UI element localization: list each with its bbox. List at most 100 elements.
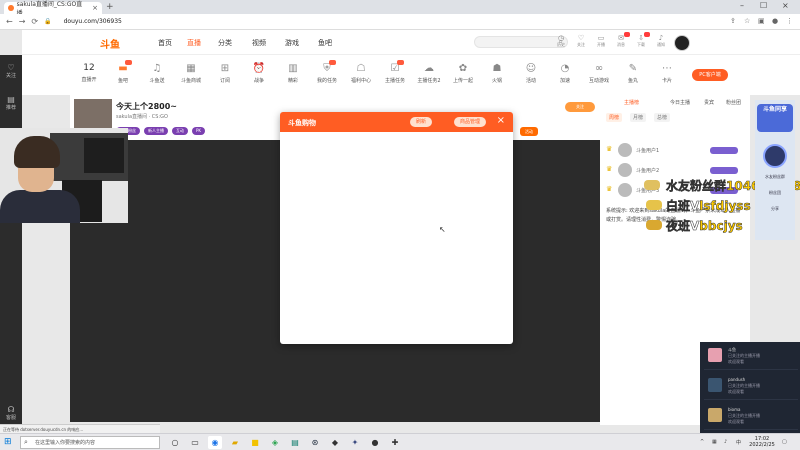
- cortana-icon[interactable]: ○: [168, 436, 182, 449]
- category-item[interactable]: ✿ 上传一起: [448, 63, 478, 84]
- browser-tab-bar: sakula直播间_CS:GO直播... × + – ☐ ×: [0, 0, 800, 17]
- tab-close-icon[interactable]: ×: [92, 4, 98, 12]
- browser-menu-icon[interactable]: ⋮: [786, 17, 793, 25]
- viewer-row[interactable]: ♛ 斗鱼用户1: [606, 143, 746, 159]
- pc-client-button[interactable]: PC客户端: [692, 69, 728, 81]
- follow-icon[interactable]: ♡ 关注: [574, 34, 588, 48]
- url-field[interactable]: douyu.com/306935: [64, 18, 122, 25]
- new-tab-button[interactable]: +: [106, 2, 114, 12]
- category-item[interactable]: ∞ 互动游戏: [584, 63, 614, 84]
- rank-total[interactable]: 总榜: [654, 113, 671, 122]
- promo-item[interactable]: 分享: [759, 206, 791, 212]
- notification-item[interactable]: bioma 已关注的主播开播 欢迎观看: [704, 404, 798, 430]
- browser-tab[interactable]: sakula直播间_CS:GO直播... ×: [4, 1, 102, 17]
- level-indicator[interactable]: 12 直播开: [74, 63, 104, 83]
- taskbar-search-input[interactable]: ⌕ 在这里输入你要搜索的内容: [20, 436, 160, 449]
- streamer-avatar[interactable]: [74, 99, 112, 129]
- tab-vip[interactable]: 贵宾: [704, 99, 714, 106]
- tray-chevron-icon[interactable]: ^: [700, 439, 704, 445]
- douyu-logo[interactable]: 斗鱼: [100, 36, 120, 51]
- mouse-cursor-icon: ↖: [439, 225, 446, 234]
- share-icon[interactable]: ⇪: [730, 17, 736, 25]
- category-item[interactable]: ▦ 斗鱼商城: [176, 63, 206, 84]
- recommend-sidebar-item[interactable]: ▤ 推荐: [0, 95, 22, 111]
- forward-icon[interactable]: →: [19, 17, 26, 26]
- notification-item[interactable]: 斗鱼 已关注的主播开播 欢迎观看: [704, 344, 798, 370]
- profile-icon[interactable]: ●: [772, 17, 778, 25]
- volume-icon[interactable]: ♪: [724, 439, 727, 445]
- tab-today[interactable]: 今日主播: [670, 99, 690, 106]
- reload-icon[interactable]: ⟳: [31, 17, 38, 26]
- broadcast-icon[interactable]: ▭ 开播: [594, 34, 608, 48]
- extensions-icon[interactable]: ▣: [758, 17, 765, 25]
- message-icon[interactable]: ✉ 消息: [614, 32, 630, 48]
- site-header: 斗鱼 首页 直播 分类 视频 游戏 鱼吧 ⌕ ◷ 历史 ♡ 关注 ▭ 开播 ✉ 消息 ⇩…: [22, 30, 800, 55]
- nav-yuba[interactable]: 鱼吧: [318, 38, 332, 48]
- nav-category[interactable]: 分类: [218, 38, 232, 48]
- history-icon[interactable]: ◷ 历史: [554, 34, 568, 48]
- notification-item[interactable]: pandush 已关注的主播开播 欢迎观看: [704, 374, 798, 400]
- category-item[interactable]: ⋯ 卡片: [652, 63, 682, 84]
- category-item[interactable]: ☖ 福利中心: [346, 63, 376, 84]
- app-icon[interactable]: ■: [248, 436, 262, 449]
- app-icon[interactable]: ✚: [388, 436, 402, 449]
- category-item[interactable]: ⊞ 订阅: [210, 63, 240, 84]
- follow-sidebar-item[interactable]: ♡ 关注: [0, 63, 22, 79]
- follow-button[interactable]: 关注: [565, 102, 595, 112]
- network-icon[interactable]: ▦: [712, 439, 717, 445]
- category-item[interactable]: ☁ 主播任务2: [414, 63, 444, 84]
- back-icon[interactable]: ←: [6, 17, 13, 26]
- file-explorer-icon[interactable]: ▰: [228, 436, 242, 449]
- ime-icon[interactable]: 中: [736, 439, 741, 446]
- app-icon[interactable]: ●: [368, 436, 382, 449]
- taskbar-clock[interactable]: 17:02 2022/2/25: [745, 436, 779, 448]
- category-item[interactable]: ◔ 加速: [550, 63, 580, 84]
- category-item[interactable]: ✎ 鱼丸: [618, 63, 648, 84]
- app-icon[interactable]: ✦: [348, 436, 362, 449]
- chrome-icon[interactable]: ◉: [208, 436, 222, 449]
- room-tag[interactable]: 互动: [172, 127, 188, 135]
- product-manage-button[interactable]: 商品管理: [454, 117, 487, 127]
- category-item[interactable]: ♫ 斗鱼送: [142, 63, 172, 84]
- refresh-button[interactable]: 刷新: [410, 117, 433, 127]
- steam-icon[interactable]: ⊛: [308, 436, 322, 449]
- app-icon[interactable]: ◈: [268, 436, 282, 449]
- category-item[interactable]: ☗ 火锅: [482, 63, 512, 84]
- window-close-button[interactable]: ×: [782, 1, 789, 10]
- promo-item[interactable]: 水友粉丝群: [759, 174, 791, 180]
- category-item[interactable]: ▬ 鱼吧: [108, 60, 138, 84]
- tab-fans[interactable]: 粉丝团: [726, 99, 741, 106]
- category-item[interactable]: ⏰ 战争: [244, 63, 274, 84]
- category-item[interactable]: ☺ 活动: [516, 63, 546, 84]
- rank-month[interactable]: 月榜: [630, 113, 647, 122]
- lock-icon[interactable]: 🔒: [44, 18, 51, 25]
- bookmark-star-icon[interactable]: ☆: [744, 17, 750, 25]
- window-maximize-button[interactable]: ☐: [760, 1, 767, 10]
- category-item[interactable]: ⛨ 我的任务: [312, 60, 342, 84]
- room-tag[interactable]: PK: [192, 127, 206, 135]
- task-view-icon[interactable]: ▭: [188, 436, 202, 449]
- promo-banner[interactable]: 斗鱼同享 水友粉丝群 粉丝团 分享: [755, 100, 795, 240]
- windows-start-icon[interactable]: ⊞: [4, 437, 12, 447]
- user-avatar[interactable]: [674, 35, 690, 51]
- nav-video[interactable]: 视频: [252, 38, 266, 48]
- modal-close-icon[interactable]: ×: [497, 115, 505, 126]
- notification-center-icon[interactable]: ▢: [782, 439, 787, 445]
- window-minimize-button[interactable]: –: [740, 1, 744, 10]
- category-item[interactable]: ▥ 精彩: [278, 63, 308, 84]
- activity-button[interactable]: 活动: [520, 127, 538, 136]
- category-item[interactable]: ☑ 主播任务: [380, 60, 410, 84]
- nav-live[interactable]: 直播: [187, 38, 201, 48]
- room-tag[interactable]: 新人主播: [144, 127, 168, 135]
- app-icon[interactable]: ▤: [288, 436, 302, 449]
- notification-icon[interactable]: ♪ 通知: [654, 34, 668, 48]
- crown-icon: ♛: [606, 165, 613, 173]
- app-icon[interactable]: ◆: [328, 436, 342, 449]
- promo-item[interactable]: 粉丝团: [759, 190, 791, 196]
- download-icon[interactable]: ⇩ 下载: [634, 32, 650, 48]
- tab-anchor-rank[interactable]: 主播榜: [624, 99, 639, 106]
- rank-week[interactable]: 周榜: [606, 113, 623, 122]
- nav-games[interactable]: 游戏: [285, 38, 299, 48]
- service-sidebar-item[interactable]: ☊ 客服: [0, 405, 22, 421]
- nav-home[interactable]: 首页: [158, 38, 172, 48]
